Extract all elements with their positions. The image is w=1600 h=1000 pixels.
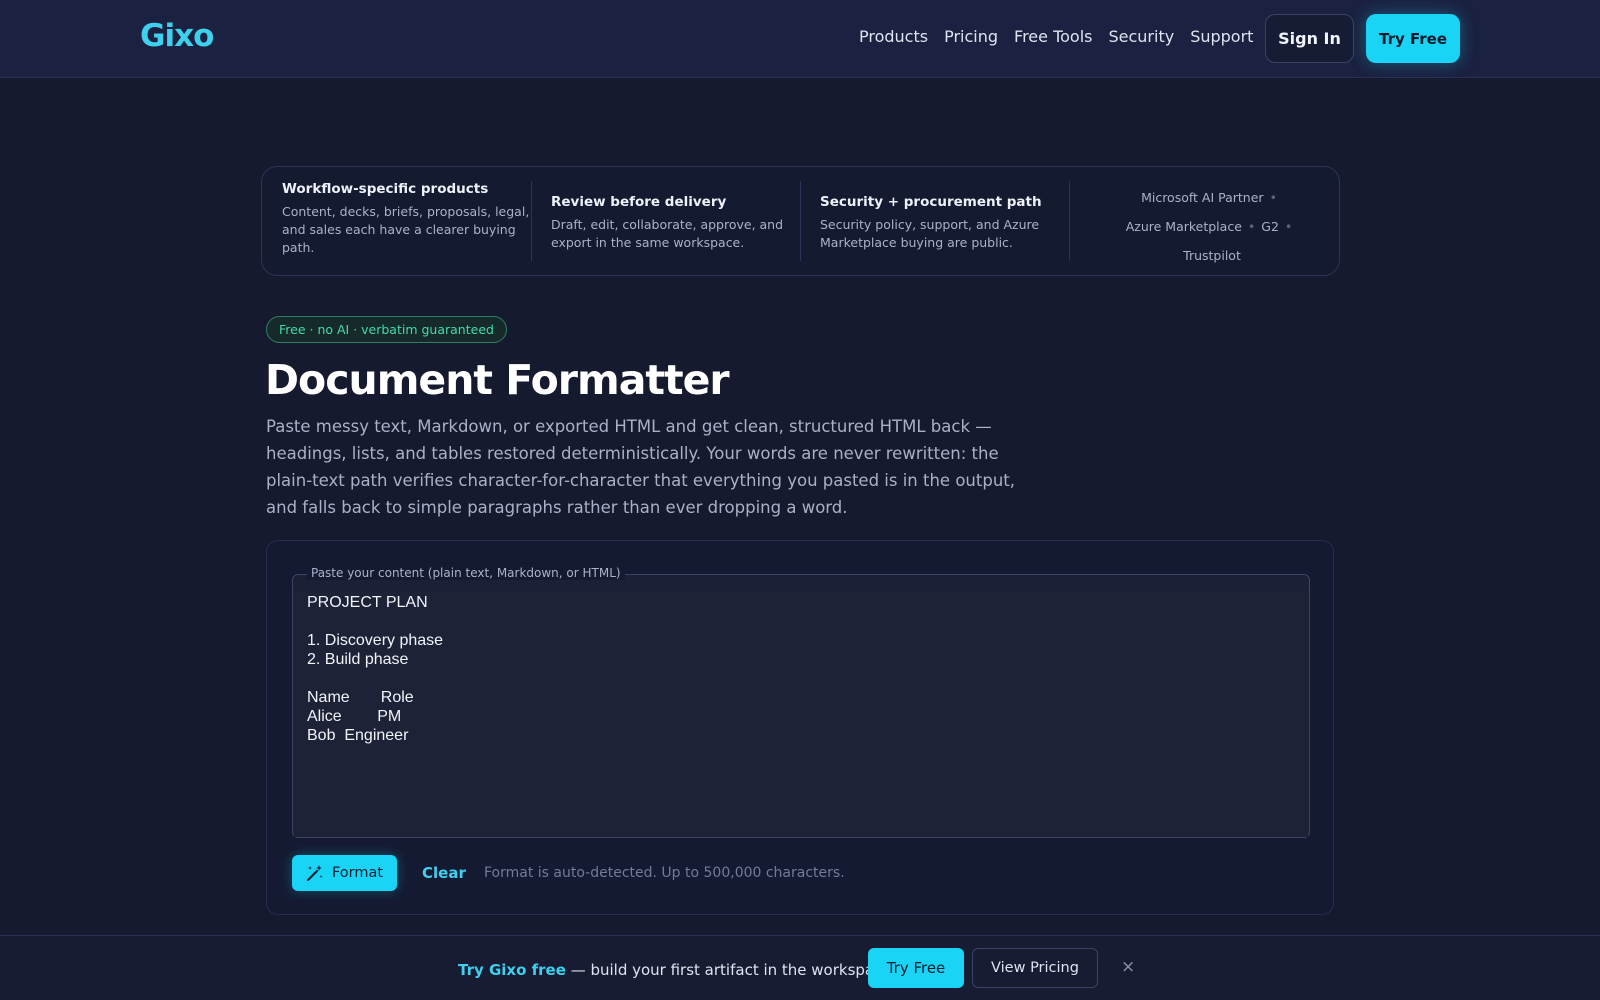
content-fieldset: Paste your content (plain text, Markdown… [292,566,1310,838]
nav-pricing[interactable]: Pricing [944,27,998,46]
free-badge: Free · no AI · verbatim guaranteed [266,316,507,343]
partner-list: Microsoft AI Partner • Azure Marketplace •… [1082,183,1342,270]
page-description: Paste messy text, Markdown, or exported … [266,417,1015,517]
nav-free-tools[interactable]: Free Tools [1014,27,1092,46]
formatter-card: Paste your content (plain text, Markdown… [266,540,1334,915]
promo-link[interactable]: Try Gixo free [458,961,566,979]
feature-desc: Security policy, support, and Azure Mark… [820,217,1040,250]
clear-button[interactable]: Clear [422,864,466,882]
nav-products[interactable]: Products [859,27,928,46]
feature-title: Workflow-specific products [282,181,489,197]
promo-message: — build your first artifact in the works… [565,961,892,979]
content-input[interactable] [294,591,1308,837]
content-legend: Paste your content (plain text, Markdown… [307,566,625,580]
magic-wand-icon [306,865,323,882]
feature-title: Review before delivery [551,194,727,210]
feature-workflow: Workflow-specific products Content, deck… [282,181,530,257]
feature-desc: Draft, edit, collaborate, approve, and e… [551,217,784,250]
divider [531,181,532,261]
feature-desc: Content, decks, briefs, proposals, legal… [282,204,530,255]
site-header: Gixo Products Pricing Free Tools Securit… [0,0,1600,78]
divider [1069,181,1070,261]
feature-title: Security + procurement path [820,194,1042,210]
sign-in-button[interactable]: Sign In [1265,14,1354,63]
promo-bar: Try Gixo free — build your first artifac… [0,935,1600,1000]
view-pricing-button[interactable]: View Pricing [972,948,1098,988]
separator-dot: • [1284,219,1293,234]
logo[interactable]: Gixo [140,18,214,54]
nav-support[interactable]: Support [1190,27,1253,46]
separator-dot: • [1269,190,1277,205]
close-icon[interactable]: × [1121,957,1135,977]
main-nav: Products Pricing Free Tools Security Sup… [859,27,1253,46]
try-free-button[interactable]: Try Free [1366,14,1460,63]
partner-trustpilot: Trustpilot [1183,248,1241,263]
format-hint: Format is auto-detected. Up to 500,000 c… [484,865,845,881]
feature-security: Security + procurement path Security pol… [820,194,1068,252]
partner-microsoft: Microsoft AI Partner [1141,190,1264,205]
format-button[interactable]: Format [292,855,397,891]
partner-azure: Azure Marketplace [1125,219,1242,234]
format-button-label: Format [331,865,384,881]
nav-security[interactable]: Security [1108,27,1174,46]
feature-review: Review before delivery Draft, edit, coll… [551,194,799,252]
divider [800,181,801,261]
try-free-bottom-button[interactable]: Try Free [868,948,964,988]
separator-dot: • [1247,219,1256,234]
promo-text: Try Gixo free — build your first artifac… [458,961,892,979]
features-strip: Workflow-specific products Content, deck… [261,166,1340,276]
partner-g2: G2 [1261,219,1279,234]
page-title: Document Formatter [265,356,730,404]
